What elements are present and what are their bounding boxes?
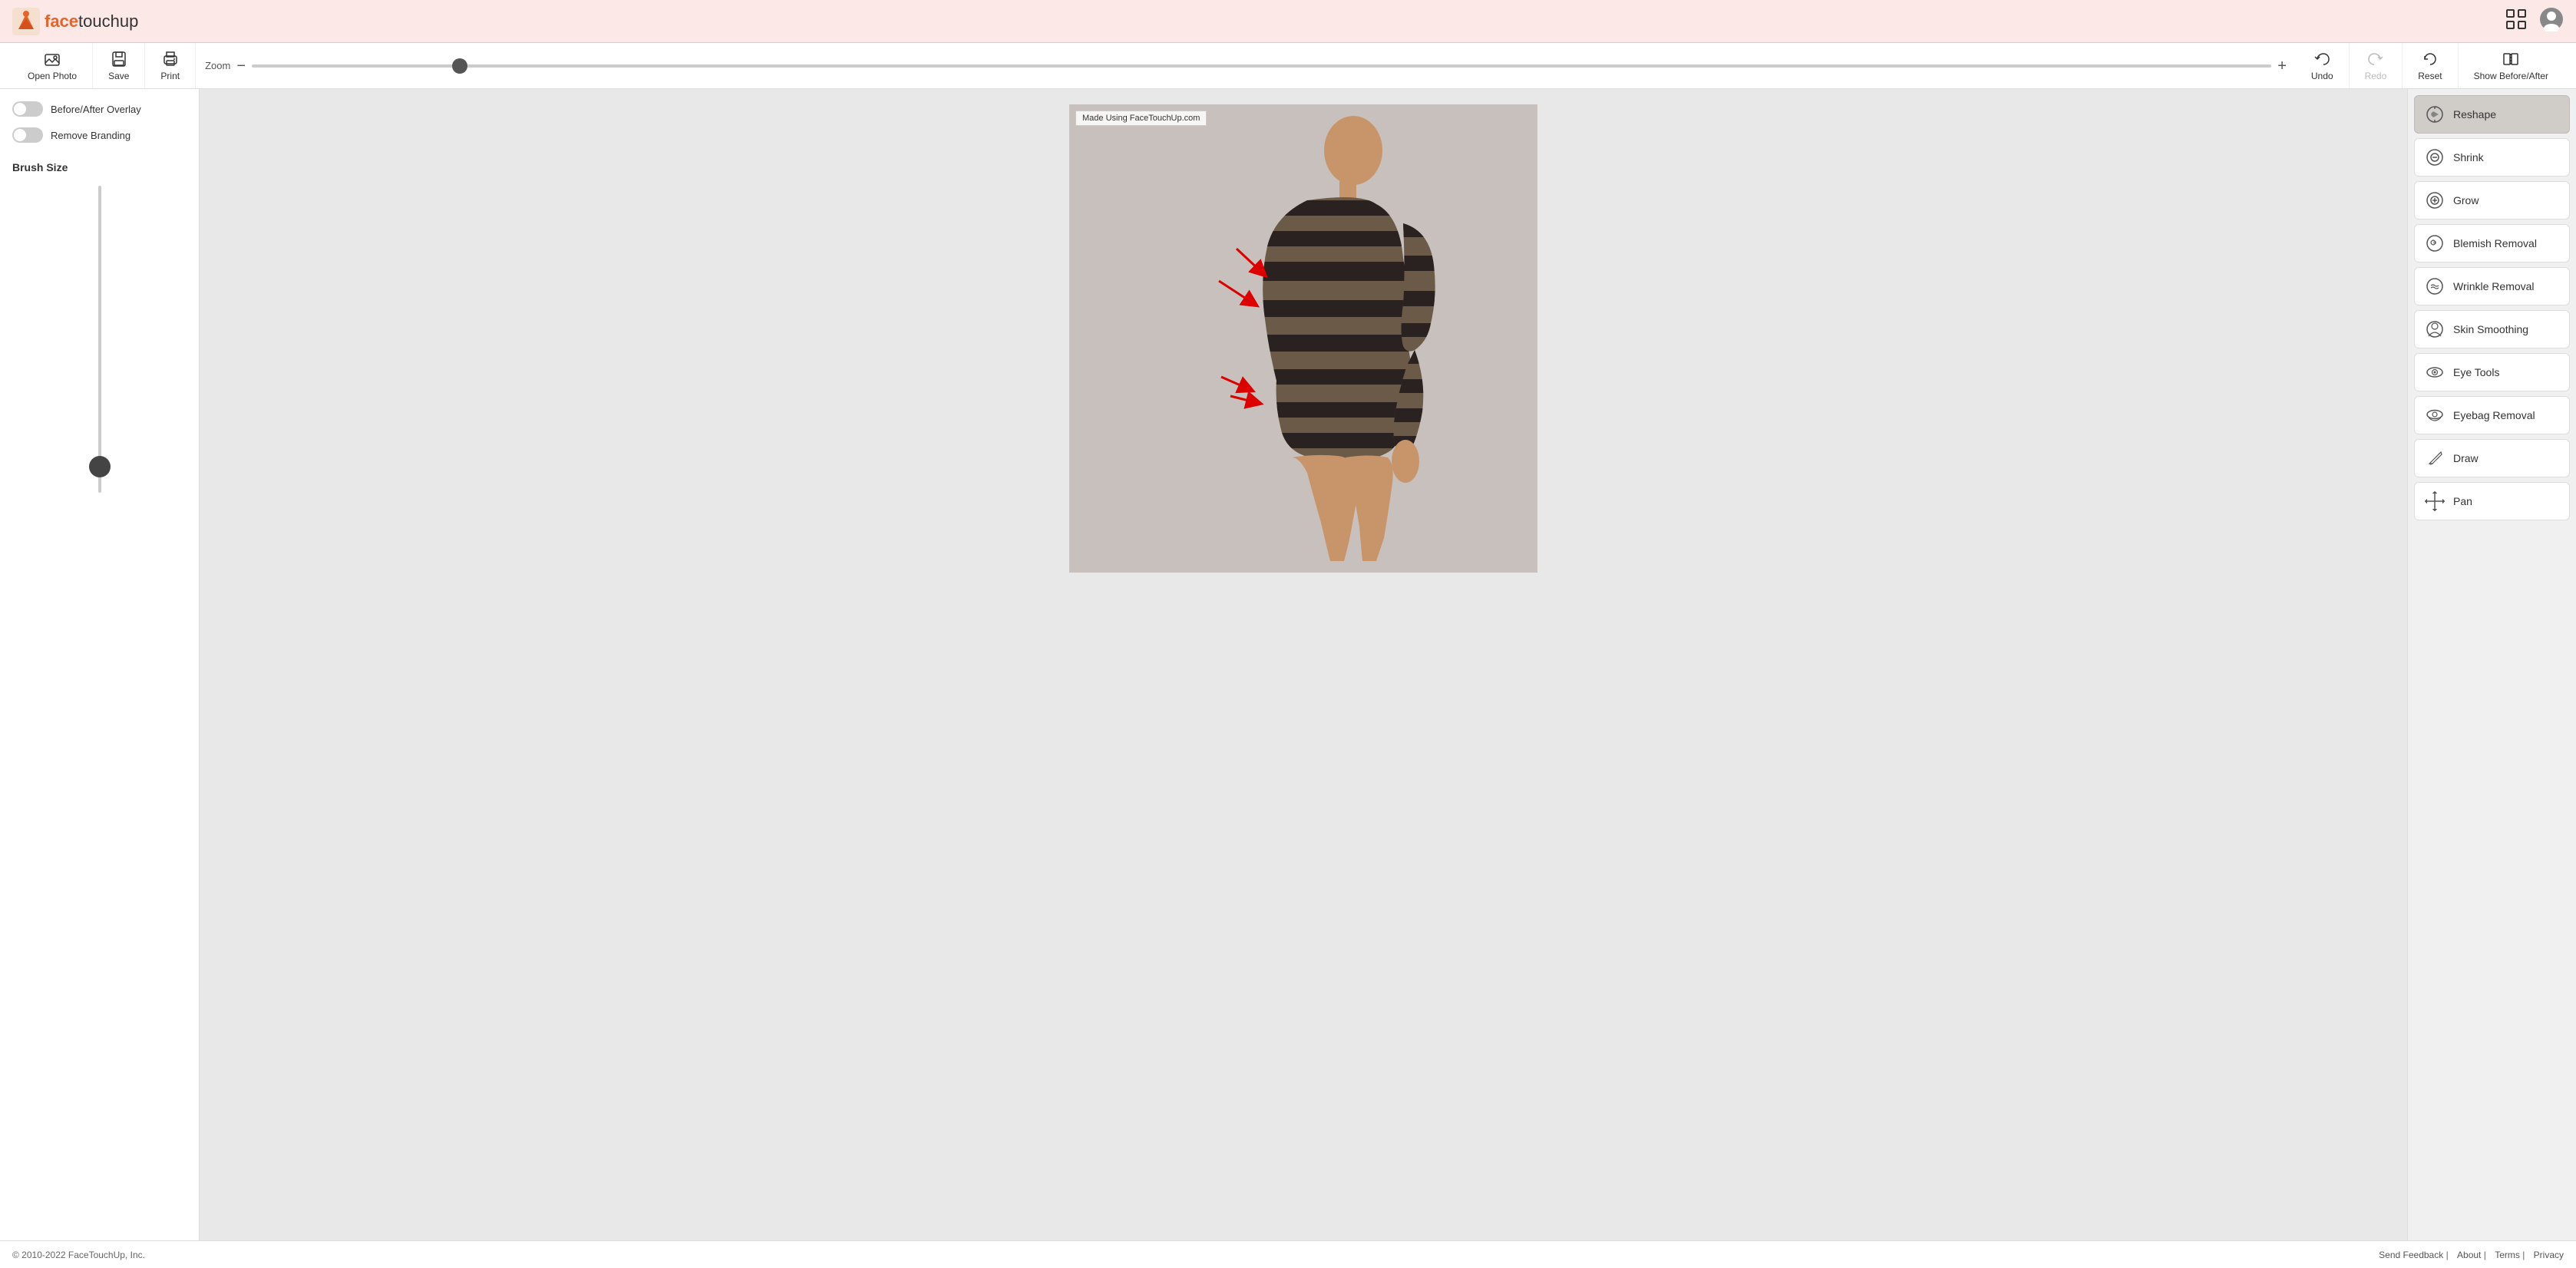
about-link[interactable]: About xyxy=(2457,1250,2481,1260)
zoom-minus-button[interactable]: − xyxy=(236,58,246,74)
privacy-link[interactable]: Privacy xyxy=(2534,1250,2564,1260)
main-image[interactable] xyxy=(1069,104,1537,573)
image-container: Made Using FaceTouchUp.com xyxy=(1069,104,1537,573)
tool-grow-label: Grow xyxy=(2453,194,2479,206)
tool-draw-label: Draw xyxy=(2453,452,2479,464)
brush-track xyxy=(98,186,101,493)
redo-button[interactable]: Redo xyxy=(2350,43,2403,88)
account-icon[interactable] xyxy=(2539,7,2564,35)
tool-shrink[interactable]: Shrink xyxy=(2414,138,2570,177)
tool-eyebag-removal[interactable]: Eyebag Removal xyxy=(2414,396,2570,434)
shrink-icon xyxy=(2424,147,2446,168)
pan-icon xyxy=(2424,490,2446,512)
main: Before/After Overlay Remove Branding Bru… xyxy=(0,89,2576,1240)
tool-reshape-label: Reshape xyxy=(2453,108,2496,121)
show-before-after-button[interactable]: Show Before/After xyxy=(2459,43,2564,88)
tool-pan[interactable]: Pan xyxy=(2414,482,2570,520)
tool-skin-smoothing[interactable]: Skin Smoothing xyxy=(2414,310,2570,348)
reshape-icon xyxy=(2424,104,2446,125)
zoom-slider[interactable] xyxy=(252,64,2271,68)
tool-draw[interactable]: Draw xyxy=(2414,439,2570,477)
tool-skin-smoothing-label: Skin Smoothing xyxy=(2453,323,2528,335)
save-button[interactable]: Save xyxy=(93,43,145,88)
remove-branding-label: Remove Branding xyxy=(51,130,130,141)
brush-size-label: Brush Size xyxy=(12,161,187,173)
undo-button[interactable]: Undo xyxy=(2296,43,2350,88)
left-panel: Before/After Overlay Remove Branding Bru… xyxy=(0,89,200,1240)
eye-icon xyxy=(2424,362,2446,383)
person-figure xyxy=(1069,104,1537,573)
logo-icon xyxy=(12,8,40,35)
tool-blemish-removal-label: Blemish Removal xyxy=(2453,237,2537,249)
logo[interactable]: facetouchup xyxy=(12,8,138,35)
right-panel: Reshape Shrink Grow xyxy=(2407,89,2576,1240)
tool-pan-label: Pan xyxy=(2453,495,2472,507)
toolbar: Open Photo Save Print Zoom − + Undo xyxy=(0,43,2576,89)
tool-reshape[interactable]: Reshape xyxy=(2414,95,2570,134)
open-photo-button[interactable]: Open Photo xyxy=(12,43,93,88)
fullscreen-icon[interactable] xyxy=(2505,8,2527,34)
blemish-icon xyxy=(2424,233,2446,254)
skin-icon xyxy=(2424,319,2446,340)
draw-icon xyxy=(2424,447,2446,469)
tool-eyebag-removal-label: Eyebag Removal xyxy=(2453,409,2535,421)
remove-branding-row: Remove Branding xyxy=(12,127,187,143)
footer-links: Send Feedback | About | Terms | Privacy xyxy=(2373,1250,2564,1260)
footer: © 2010-2022 FaceTouchUp, Inc. Send Feedb… xyxy=(0,1240,2576,1268)
tool-wrinkle-removal[interactable]: Wrinkle Removal xyxy=(2414,267,2570,305)
tool-eye-tools-label: Eye Tools xyxy=(2453,366,2499,378)
eyebag-icon xyxy=(2424,405,2446,426)
zoom-label: Zoom xyxy=(205,60,230,71)
print-button[interactable]: Print xyxy=(145,43,196,88)
brush-thumb[interactable] xyxy=(89,456,111,477)
tool-grow[interactable]: Grow xyxy=(2414,181,2570,220)
grow-icon xyxy=(2424,190,2446,211)
zoom-plus-button[interactable]: + xyxy=(2277,58,2287,74)
tool-wrinkle-removal-label: Wrinkle Removal xyxy=(2453,280,2535,292)
before-after-overlay-label: Before/After Overlay xyxy=(51,104,141,115)
brush-size-slider[interactable] xyxy=(12,186,187,1228)
tool-blemish-removal[interactable]: Blemish Removal xyxy=(2414,224,2570,263)
tool-shrink-label: Shrink xyxy=(2453,151,2484,163)
before-after-overlay-row: Before/After Overlay xyxy=(12,101,187,117)
terms-link[interactable]: Terms xyxy=(2495,1250,2520,1260)
zoom-area: Zoom − + xyxy=(196,58,2296,74)
remove-branding-toggle[interactable] xyxy=(12,127,43,143)
header: facetouchup xyxy=(0,0,2576,43)
canvas-area[interactable]: Made Using FaceTouchUp.com xyxy=(200,89,2407,1240)
wrinkle-icon xyxy=(2424,276,2446,297)
footer-copyright: © 2010-2022 FaceTouchUp, Inc. xyxy=(12,1250,145,1260)
logo-text: facetouchup xyxy=(45,12,138,31)
before-after-overlay-toggle[interactable] xyxy=(12,101,43,117)
tool-eye-tools[interactable]: Eye Tools xyxy=(2414,353,2570,391)
send-feedback-link[interactable]: Send Feedback xyxy=(2379,1250,2443,1260)
reset-button[interactable]: Reset xyxy=(2403,43,2458,88)
watermark: Made Using FaceTouchUp.com xyxy=(1075,111,1207,126)
header-right xyxy=(2505,7,2564,35)
